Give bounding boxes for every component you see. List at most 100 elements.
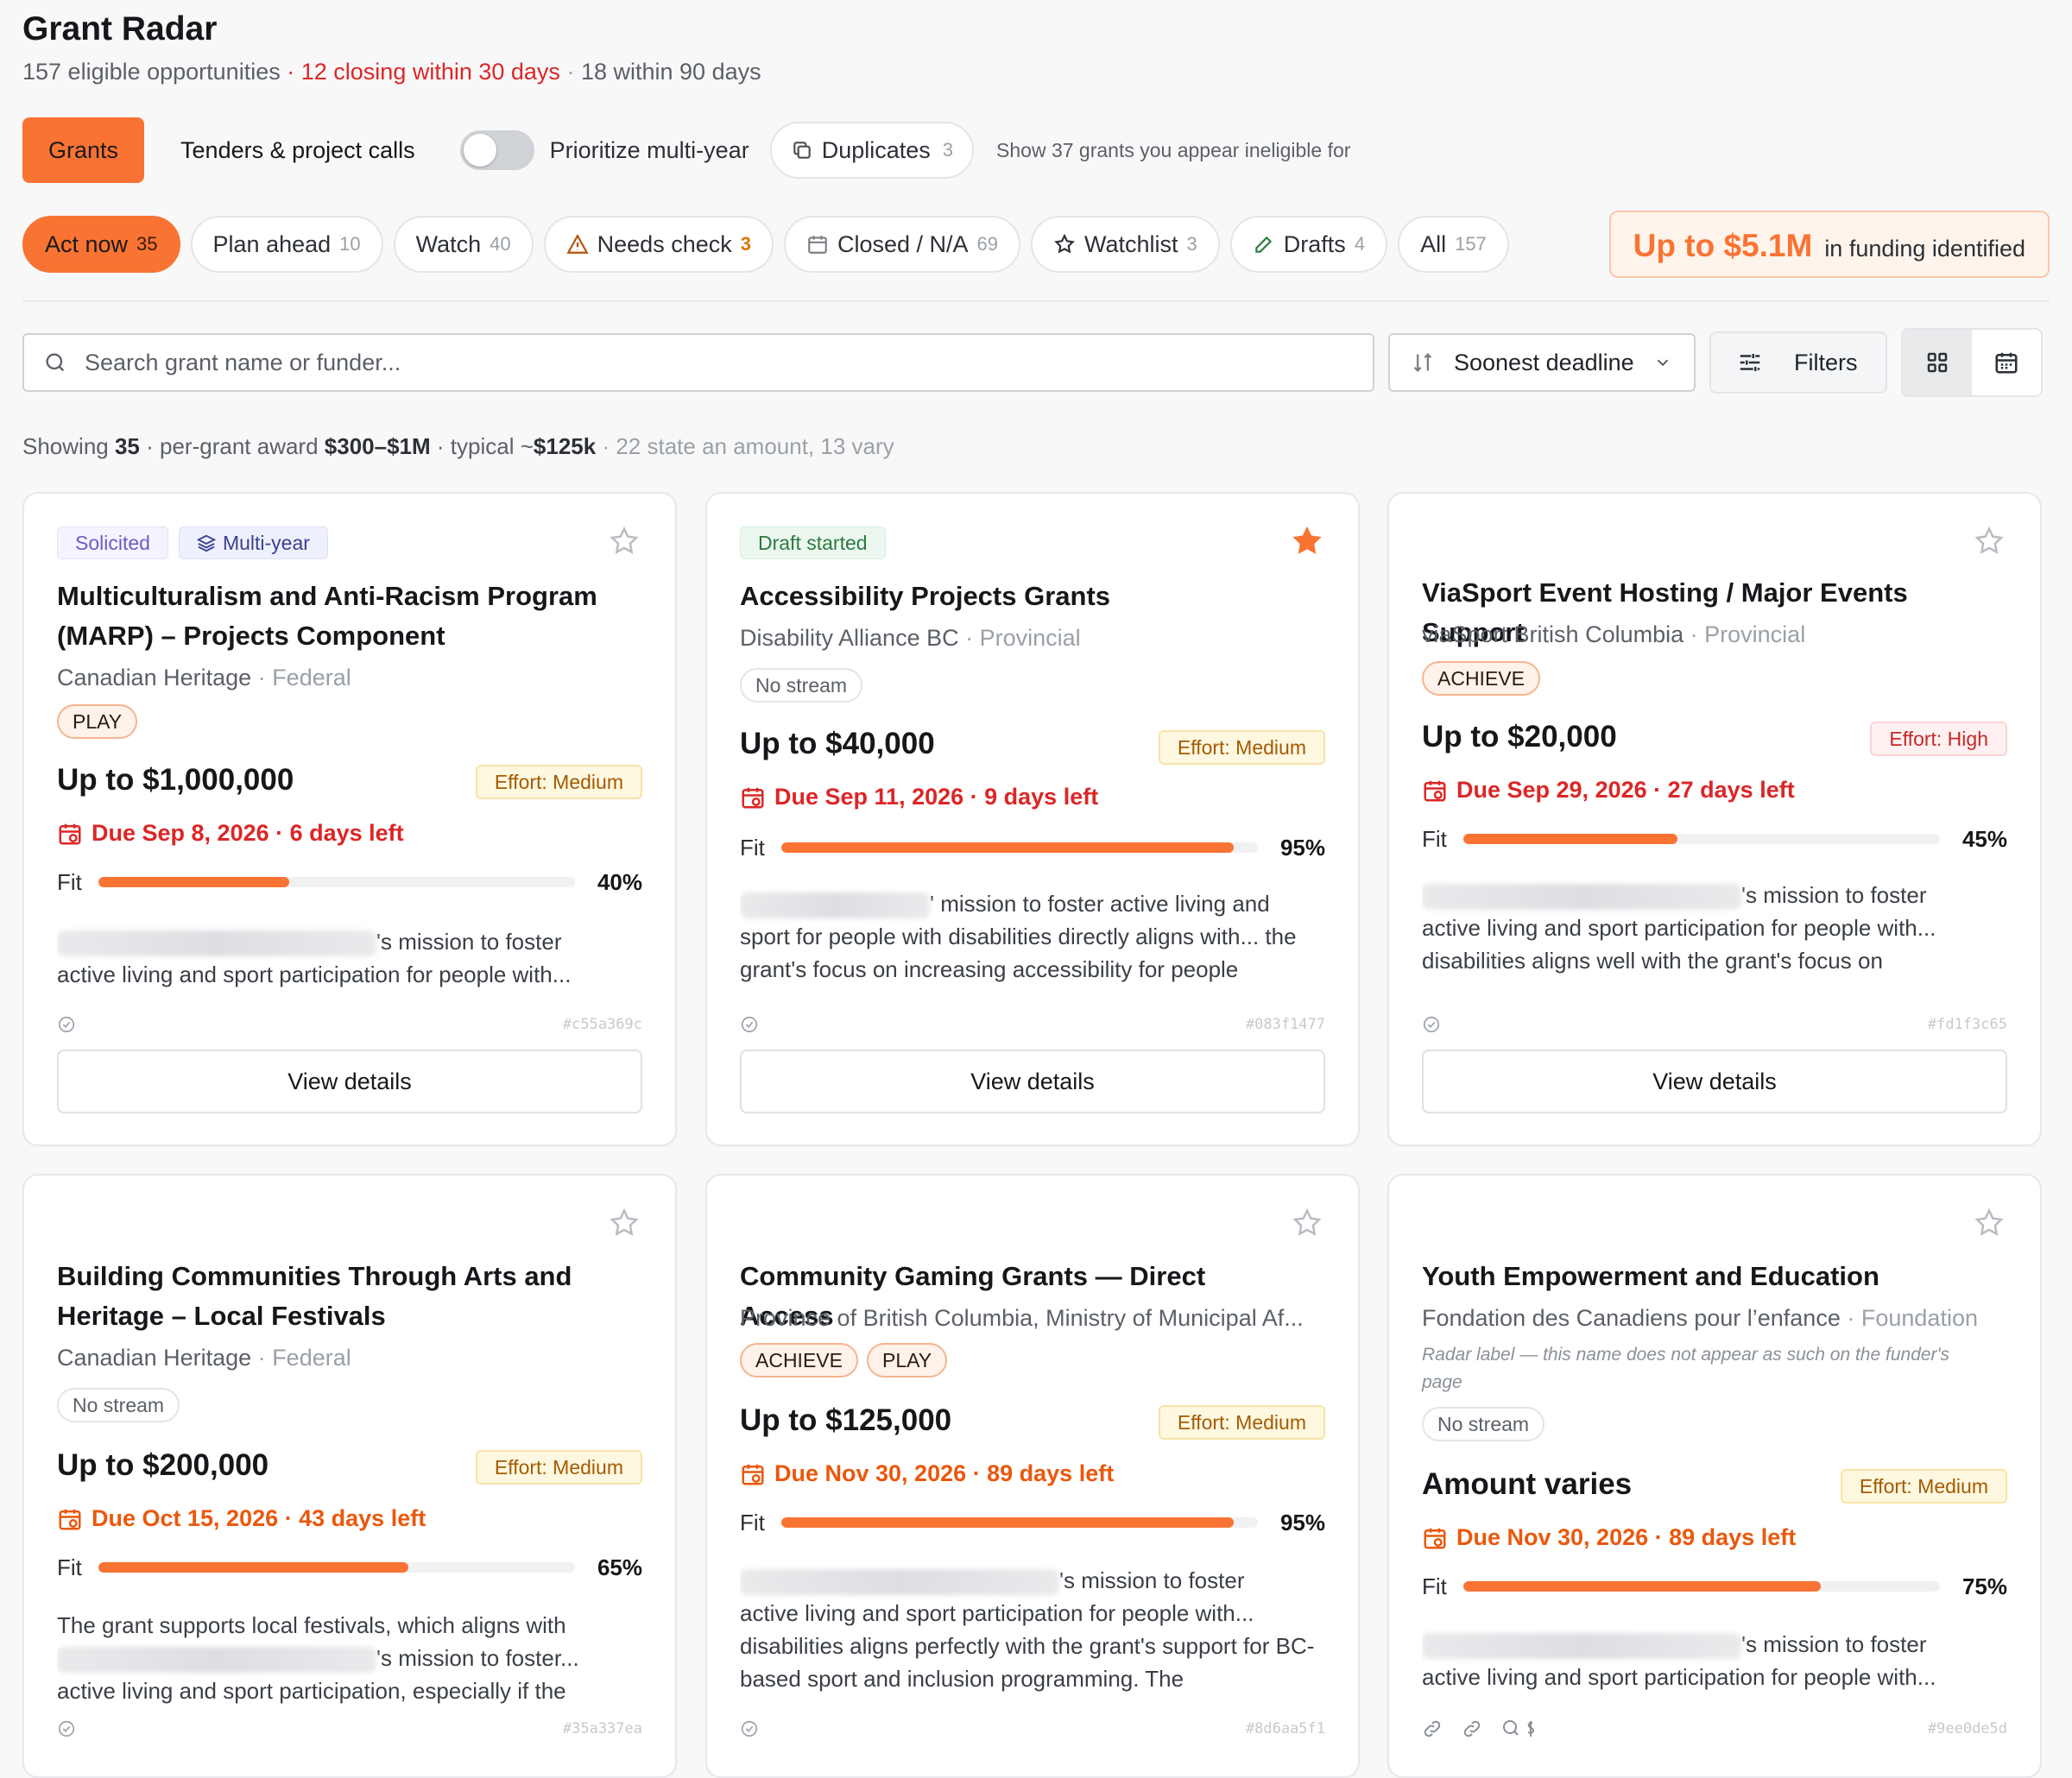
filter-label: Plan ahead bbox=[212, 230, 332, 257]
card-footer: #8d6aa5f1 bbox=[740, 1716, 1325, 1742]
duplicates-button[interactable]: Duplicates 3 bbox=[769, 122, 975, 179]
filter-plan-ahead[interactable]: Plan ahead 10 bbox=[190, 216, 383, 273]
search-icon bbox=[46, 353, 65, 372]
fit-label: Fit bbox=[740, 834, 765, 861]
view-details-button[interactable]: View details bbox=[57, 1050, 642, 1113]
funder-level-sep: · bbox=[965, 625, 974, 651]
award-amount: Up to $1,000,000 bbox=[57, 763, 294, 797]
stream-tag: ACHIEVE bbox=[1422, 661, 1540, 696]
star-icon[interactable] bbox=[608, 525, 641, 558]
grant-title[interactable]: Youth Empowerment and Education bbox=[1422, 1257, 1981, 1296]
tab-grants[interactable]: Grants bbox=[22, 117, 145, 183]
filter-label: Drafts bbox=[1283, 230, 1346, 257]
grant-hash: #fd1f3c65 bbox=[1927, 1016, 2007, 1033]
grant-description: 's mission to foster active living and s… bbox=[57, 925, 642, 994]
due-date: Due Sep 8, 2026 · 6 days left bbox=[57, 820, 404, 847]
multi-year-toggle[interactable] bbox=[459, 130, 534, 170]
grant-description: ' mission to foster active living and sp… bbox=[740, 887, 1325, 989]
fit-percent: 95% bbox=[1279, 834, 1325, 861]
calendar-clock-icon bbox=[59, 1509, 81, 1529]
stream-tag: No stream bbox=[57, 1388, 180, 1422]
due-text: Due Nov 30, 2026 · 89 days left bbox=[1456, 1524, 1797, 1550]
sort-icon bbox=[1413, 353, 1432, 372]
filter-label: Watch bbox=[415, 230, 482, 257]
show-ineligible-link[interactable]: Show 37 grants you appear ineligible for bbox=[996, 139, 1350, 162]
funder-level-sep: · bbox=[257, 1345, 266, 1371]
filter-watchlist[interactable]: Watchlist 3 bbox=[1031, 216, 1220, 273]
filters-button[interactable]: Filters bbox=[1709, 331, 1887, 394]
search-box[interactable] bbox=[22, 333, 1374, 392]
star-filled-icon[interactable] bbox=[1291, 525, 1323, 558]
effort-badge: Effort: Medium bbox=[475, 1450, 642, 1485]
eligible-count: 157 eligible opportunities bbox=[22, 59, 281, 85]
fit-percent: 40% bbox=[597, 868, 642, 895]
fit-fill bbox=[781, 842, 1235, 853]
filter-all[interactable]: All 157 bbox=[1398, 216, 1509, 273]
funder-line: Fondation des Canadiens pour l’enfance ·… bbox=[1422, 1305, 2007, 1332]
link-icon[interactable] bbox=[1422, 1718, 1443, 1739]
filter-count: 3 bbox=[740, 233, 751, 255]
view-details-button[interactable]: View details bbox=[740, 1050, 1325, 1113]
star-icon[interactable] bbox=[1973, 1207, 2006, 1239]
typical-label: · typical ~ bbox=[436, 433, 534, 459]
filter-needs-check[interactable]: Needs check 3 bbox=[543, 216, 774, 273]
fit-fill bbox=[781, 1517, 1235, 1528]
footer-icons bbox=[1422, 1718, 1539, 1739]
filter-watch[interactable]: Watch 40 bbox=[393, 216, 534, 273]
effort-badge: Effort: High bbox=[1870, 722, 2007, 756]
desc-rest: active living and sport participation fo… bbox=[1422, 1664, 1936, 1690]
award-amount: Up to $20,000 bbox=[1422, 720, 1617, 753]
award-label: · per-grant award bbox=[146, 433, 319, 459]
grant-card: Community Gaming Grants — Direct Access … bbox=[705, 1174, 1360, 1778]
grant-title[interactable]: Accessibility Projects Grants bbox=[740, 577, 1299, 616]
effort-badge: Effort: Medium bbox=[475, 765, 642, 799]
fit-row: Fit 65% bbox=[57, 1550, 642, 1585]
grant-description: The grant supports local festivals, whic… bbox=[57, 1609, 642, 1704]
star-icon[interactable] bbox=[1973, 525, 2006, 558]
star-icon[interactable] bbox=[1291, 1207, 1323, 1239]
grant-title[interactable]: Multiculturalism and Anti-Racism Program… bbox=[57, 577, 616, 656]
funder-name: Canadian Heritage bbox=[57, 665, 252, 690]
due-date: Due Nov 30, 2026 · 89 days left bbox=[1422, 1524, 1796, 1551]
stream-tags: PLAY bbox=[57, 704, 138, 739]
stream-tag: ACHIEVE bbox=[740, 1343, 858, 1378]
filter-count: 40 bbox=[490, 233, 511, 255]
link-icon[interactable] bbox=[1462, 1718, 1482, 1739]
grid-view-button[interactable] bbox=[1903, 330, 1972, 395]
tab-tenders[interactable]: Tenders & project calls bbox=[144, 117, 452, 183]
due-text: Due Oct 15, 2026 · 43 days left bbox=[92, 1505, 426, 1531]
grant-card: Solicited Multi-year Multiculturalism an… bbox=[22, 492, 677, 1146]
grant-description: 's mission to foster active living and s… bbox=[1422, 1628, 2007, 1697]
search-dollar-icon[interactable] bbox=[1501, 1718, 1539, 1739]
fit-label: Fit bbox=[57, 1554, 82, 1580]
stream-tag: No stream bbox=[1422, 1407, 1545, 1441]
stream-tags: ACHIEVE PLAY bbox=[740, 1343, 948, 1378]
grant-card: Building Communities Through Arts and He… bbox=[22, 1174, 677, 1778]
showing-count: 35 bbox=[114, 433, 140, 459]
pencil-icon bbox=[1255, 236, 1272, 253]
search-input[interactable] bbox=[83, 348, 1354, 377]
redacted-text bbox=[1422, 1633, 1741, 1660]
view-details-button[interactable]: View details bbox=[1422, 1050, 2007, 1113]
funder-name: Province of British Columbia, Ministry o… bbox=[740, 1305, 1304, 1331]
star-icon[interactable] bbox=[608, 1207, 641, 1239]
grant-hash: #9ee0de5d bbox=[1927, 1720, 2007, 1737]
filter-closed[interactable]: Closed / N/A 69 bbox=[783, 216, 1021, 273]
stream-tags: No stream bbox=[740, 668, 863, 703]
calendar-clock-icon bbox=[1424, 1528, 1446, 1548]
funder-name: Canadian Heritage bbox=[57, 1345, 252, 1371]
sort-dropdown[interactable]: Soonest deadline bbox=[1388, 333, 1696, 392]
grant-card: Draft started Accessibility Projects Gra… bbox=[705, 492, 1360, 1146]
filter-drafts[interactable]: Drafts 4 bbox=[1229, 216, 1388, 273]
desc-tail: 's mission to foster bbox=[1059, 1567, 1245, 1593]
funding-label: in funding identified bbox=[1824, 236, 2025, 262]
filter-count: 35 bbox=[136, 233, 158, 255]
grant-title[interactable]: Building Communities Through Arts and He… bbox=[57, 1257, 616, 1336]
filter-act-now[interactable]: Act now 35 bbox=[22, 216, 180, 273]
calendar-view-button[interactable] bbox=[1972, 330, 2041, 395]
fit-row: Fit 75% bbox=[1422, 1569, 2007, 1604]
amount-note: · 22 state an amount, 13 vary bbox=[602, 433, 894, 459]
due-date: Due Oct 15, 2026 · 43 days left bbox=[57, 1505, 426, 1532]
desc-tail: 's mission to foster bbox=[376, 929, 562, 955]
due-text: Due Nov 30, 2026 · 89 days left bbox=[774, 1460, 1115, 1486]
